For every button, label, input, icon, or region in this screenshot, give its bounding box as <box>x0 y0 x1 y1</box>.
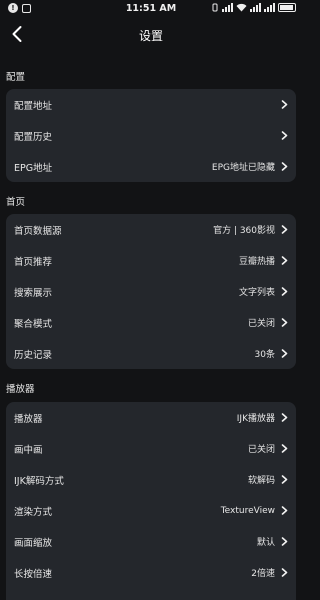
row-label: 搜索展示 <box>14 287 53 299</box>
chevron-right-icon <box>281 162 288 171</box>
row-value: 已关闭 <box>247 445 275 455</box>
battery-icon <box>278 3 296 12</box>
setting-row-home-source[interactable]: 首页数据源 官方 | 360影视 <box>6 214 296 245</box>
row-label: 首页数据源 <box>14 225 62 237</box>
section-label-player: 播放器 <box>6 384 35 395</box>
setting-row-player[interactable]: 播放器 IJK播放器 <box>6 402 296 433</box>
row-label: IJK解码方式 <box>14 475 64 487</box>
setting-row-picture-in-picture[interactable]: 画中画 已关闭 <box>6 433 296 464</box>
chevron-right-icon <box>281 256 288 265</box>
row-label: 历史记录 <box>14 349 53 361</box>
row-label: 配置历史 <box>14 131 53 143</box>
config-card: 配置地址 配置历史 EPG地址 EPG地址已隐藏 <box>6 89 296 182</box>
chevron-right-icon <box>281 287 288 296</box>
row-value: 已关闭 <box>247 319 275 329</box>
chevron-right-icon <box>281 100 288 109</box>
row-value: 文字列表 <box>238 288 275 298</box>
row-label: 配置地址 <box>14 100 53 112</box>
row-value: 30条 <box>254 350 275 360</box>
chevron-right-icon <box>281 131 288 140</box>
app-header: 设置 <box>0 18 302 52</box>
signal-icon <box>222 3 233 12</box>
wifi-icon <box>236 3 247 12</box>
chevron-right-icon <box>281 318 288 327</box>
setting-row-epg-address[interactable]: EPG地址 EPG地址已隐藏 <box>6 151 296 182</box>
row-value: 软解码 <box>247 476 275 486</box>
chevron-right-icon <box>281 225 288 234</box>
setting-row-config-address[interactable]: 配置地址 <box>6 89 296 120</box>
signal-icon <box>250 3 261 12</box>
vibrate-icon <box>212 3 218 12</box>
row-value: TextureView <box>220 505 275 516</box>
row-label: 首页推荐 <box>14 256 53 268</box>
row-value: 官方 | 360影视 <box>213 226 275 236</box>
status-right-icons <box>211 3 296 12</box>
row-label: 播放器 <box>14 413 43 425</box>
setting-row-picture-scale[interactable]: 画面缩放 默认 <box>6 526 296 557</box>
chevron-right-icon <box>281 413 288 422</box>
row-label: 渲染方式 <box>14 506 53 518</box>
row-value: IJK播放器 <box>236 414 275 424</box>
setting-row-aggregate-mode[interactable]: 聚合模式 已关闭 <box>6 307 296 338</box>
chevron-right-icon <box>281 506 288 515</box>
setting-row-ijk-decode[interactable]: IJK解码方式 软解码 <box>6 464 296 495</box>
setting-row-render-mode[interactable]: 渲染方式 TextureView <box>6 495 296 526</box>
section-label-config: 配置 <box>6 72 26 83</box>
row-label: 画面缩放 <box>14 537 53 549</box>
section-label-home: 首页 <box>6 197 26 208</box>
page-title: 设置 <box>138 29 163 43</box>
row-label: EPG地址 <box>14 162 53 174</box>
player-card: 播放器 IJK播放器 画中画 已关闭 IJK解码方式 软解码 渲染方式 Text… <box>6 402 296 600</box>
home-card: 首页数据源 官方 | 360影视 首页推荐 豆瓣热播 搜索展示 文字列表 聚合模… <box>6 214 296 369</box>
setting-row-home-recommend[interactable]: 首页推荐 豆瓣热播 <box>6 245 296 276</box>
row-value: 默认 <box>256 538 275 548</box>
row-label: 画中画 <box>14 444 43 456</box>
signal-icon <box>264 3 275 12</box>
status-bar: ! 11:51 AM <box>0 0 302 18</box>
setting-row-search-display[interactable]: 搜索展示 文字列表 <box>6 276 296 307</box>
chevron-right-icon <box>281 568 288 577</box>
chevron-right-icon <box>281 444 288 453</box>
setting-row-config-history[interactable]: 配置历史 <box>6 120 296 151</box>
setting-row-long-press-speed[interactable]: 长按倍速 2倍速 <box>6 557 296 588</box>
chevron-right-icon <box>281 475 288 484</box>
row-value: 2倍速 <box>251 569 275 579</box>
row-label: 聚合模式 <box>14 318 53 330</box>
row-value: EPG地址已隐藏 <box>211 163 275 173</box>
setting-row-history-records[interactable]: 历史记录 30条 <box>6 338 296 369</box>
chevron-right-icon <box>281 537 288 546</box>
chevron-right-icon <box>281 349 288 358</box>
row-label: 长按倍速 <box>14 568 53 580</box>
row-value: 豆瓣热播 <box>238 257 275 267</box>
